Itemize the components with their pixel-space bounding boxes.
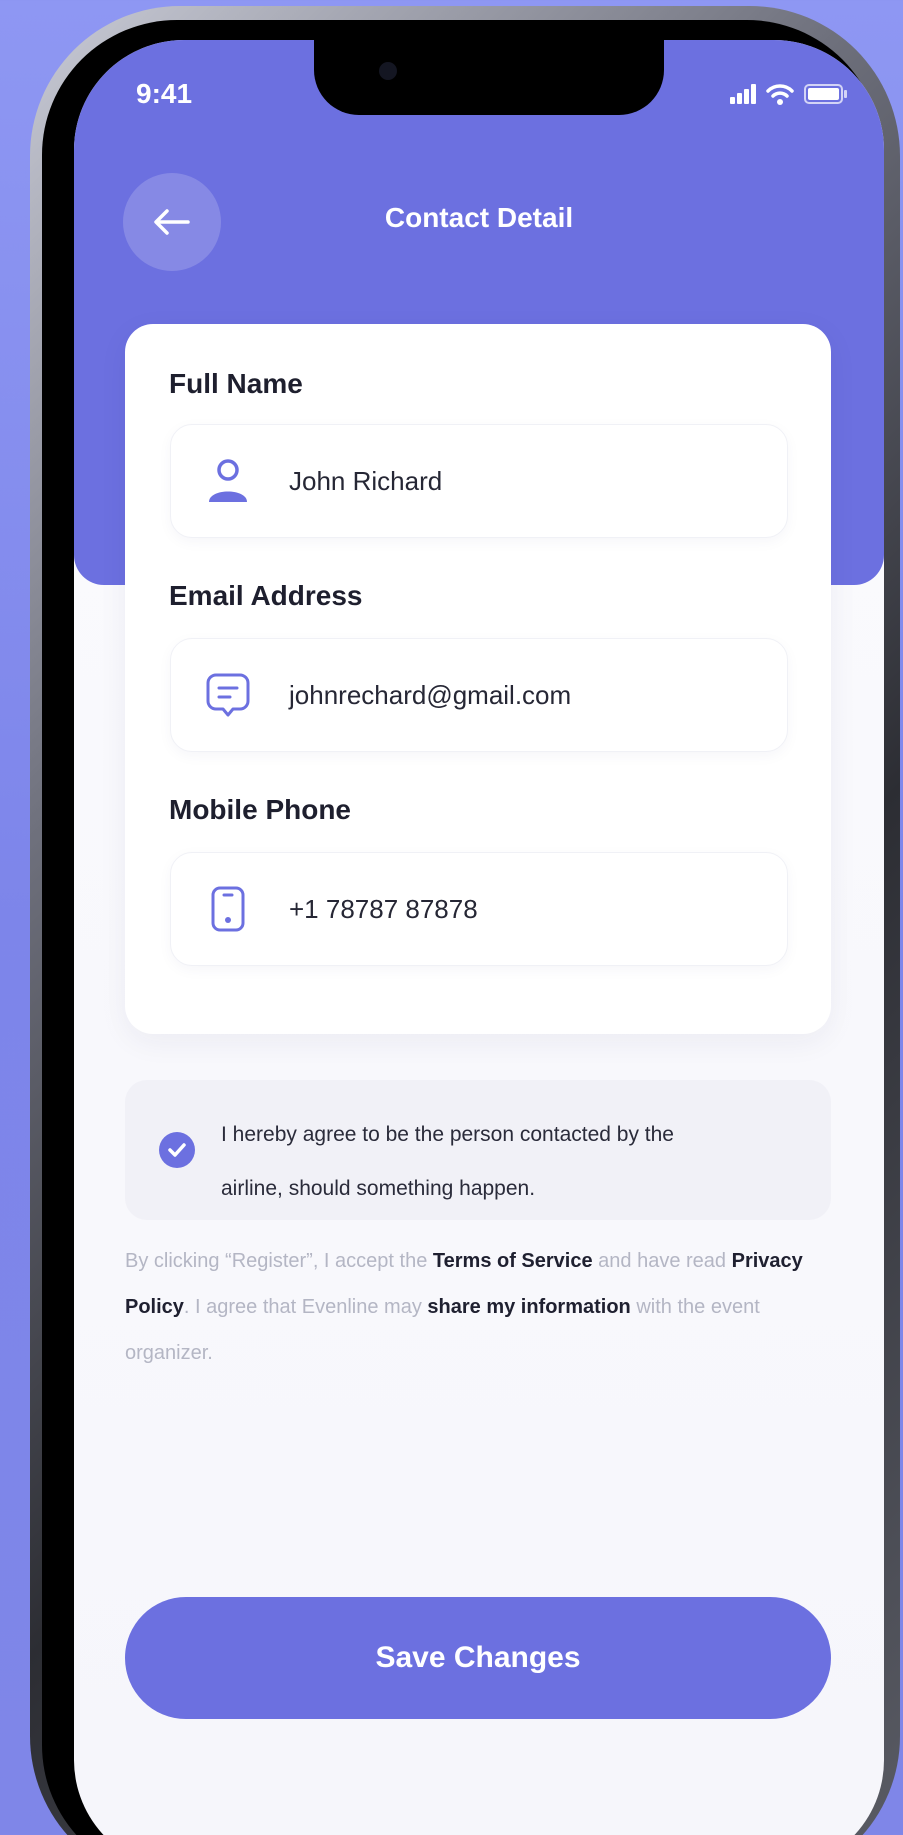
agreement-checkbox[interactable]: [159, 1132, 195, 1168]
page-title: Contact Detail: [384, 202, 574, 233]
app-screen: 9:41 Contact Detail Full Name John Richa…: [74, 40, 884, 1835]
phone-notch: [314, 40, 664, 115]
status-time: 9:41: [136, 78, 193, 109]
mobile-phone-value: +1 78787 87878: [289, 893, 478, 924]
save-changes-button[interactable]: Save Changes: [125, 1597, 831, 1719]
battery-icon: [804, 84, 847, 104]
legal-text-part1: By clicking “Register”, I accept the: [125, 1250, 433, 1272]
signal-icon: [730, 84, 756, 104]
agreement-text-line1: I hereby agree to be the person contacte…: [221, 1123, 674, 1146]
email-label: Email Address: [169, 580, 363, 611]
full-name-label: Full Name: [169, 368, 303, 399]
email-value: johnrechard@gmail.com: [289, 679, 572, 710]
full-name-value: John Richard: [289, 465, 443, 496]
agreement-box: I hereby agree to be the person contacte…: [125, 1080, 831, 1220]
checkmark-icon: [168, 1143, 186, 1157]
wifi-icon: [766, 84, 794, 105]
mobile-phone-label: Mobile Phone: [169, 794, 351, 825]
full-name-field[interactable]: John Richard: [170, 424, 788, 538]
user-icon: [205, 458, 251, 504]
agreement-text: I hereby agree to be the person contacte…: [221, 1108, 811, 1216]
legal-text-part2: and have read: [592, 1250, 732, 1272]
share-information-link[interactable]: share my information: [427, 1296, 630, 1318]
phone-icon: [205, 886, 251, 932]
message-icon: [205, 672, 251, 718]
status-icons: [730, 78, 848, 110]
camera-icon: [379, 62, 397, 80]
mobile-phone-field[interactable]: +1 78787 87878: [170, 852, 788, 966]
legal-text-part3: . I agree that Evenline may: [183, 1296, 428, 1318]
legal-notice: By clicking “Register”, I accept the Ter…: [125, 1238, 845, 1376]
terms-of-service-link[interactable]: Terms of Service: [433, 1250, 593, 1272]
agreement-text-line2: airline, should something happen.: [221, 1177, 536, 1200]
email-field[interactable]: johnrechard@gmail.com: [170, 638, 788, 752]
contact-form-card: Full Name John Richard Email Address joh…: [125, 324, 831, 1034]
